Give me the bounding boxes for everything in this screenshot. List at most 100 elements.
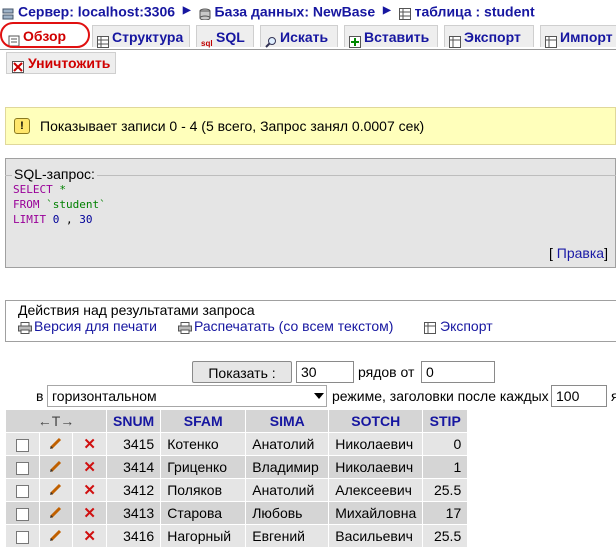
cell-sima: Анатолий — [246, 433, 329, 455]
show-button[interactable]: Показать : — [192, 361, 292, 383]
sql-query-code: SELECT * FROM `student` LIMIT 0 , 30 — [13, 182, 106, 227]
column-header[interactable]: SNUM — [107, 410, 161, 432]
cell-snum: 3416 — [107, 525, 161, 547]
edit-icon[interactable] — [49, 459, 63, 476]
table-row: ✕ 3414 Гриценко Владимир Николаевич 1 — [6, 456, 468, 478]
sql-edit-link[interactable]: Правка — [557, 245, 604, 261]
tab-search[interactable]: Искать — [260, 25, 338, 49]
breadcrumb-separator-icon: ▶ — [383, 5, 391, 17]
svg-text:sql: sql — [201, 39, 213, 48]
row-checkbox[interactable] — [15, 461, 29, 475]
tab-search-label: Искать — [280, 29, 329, 45]
row-edit-cell — [39, 479, 73, 501]
drop-tab[interactable]: Уничтожить — [6, 52, 117, 74]
cell-sotch: Михайловна — [329, 502, 423, 524]
row-checkbox[interactable] — [15, 507, 29, 521]
row-delete-cell: ✕ — [73, 456, 106, 478]
table-row: ✕ 3412 Поляков Анатолий Алексеевич 25.5 — [6, 479, 468, 501]
cell-stip: 25.5 — [423, 525, 468, 547]
cell-sima: Владимир — [246, 456, 329, 478]
cell-sfam: Котенко — [161, 433, 246, 455]
sql-argument: `student` — [46, 198, 106, 211]
table-row: ✕ 3416 Нагорный Евгений Васильевич 25.5 — [6, 525, 468, 547]
table-icon — [398, 5, 411, 21]
drop-icon — [12, 58, 24, 74]
column-header[interactable]: SOTCH — [329, 410, 423, 432]
insert-icon — [349, 32, 361, 49]
cell-sotch: Васильевич — [329, 525, 423, 547]
delete-icon[interactable]: ✕ — [83, 459, 96, 476]
cell-sfam: Поляков — [161, 479, 246, 501]
cell-stip: 25.5 — [423, 479, 468, 501]
export-link[interactable]: Экспорт — [424, 318, 493, 335]
delete-icon[interactable]: ✕ — [83, 436, 96, 453]
edit-icon[interactable] — [49, 482, 63, 499]
print-full-label: Распечатать (со всем текстом) — [194, 318, 394, 334]
delete-icon[interactable]: ✕ — [83, 505, 96, 522]
start-row-input[interactable]: 0 — [421, 361, 495, 383]
column-arrows-header[interactable]: ←T→ — [6, 410, 106, 432]
breadcrumb-server-link[interactable]: Сервер: localhost:3306 — [18, 3, 175, 19]
breadcrumb-database-link[interactable]: База данных: NewBase — [215, 3, 376, 19]
delete-icon[interactable]: ✕ — [83, 528, 96, 545]
delete-icon[interactable]: ✕ — [83, 482, 96, 499]
row-edit-cell — [39, 525, 73, 547]
trailing-text: я — [611, 388, 616, 404]
rows-count-input[interactable]: 30 — [296, 361, 354, 383]
row-checkbox[interactable] — [15, 438, 29, 452]
cell-snum: 3415 — [107, 433, 161, 455]
mode-in-label: в — [36, 388, 44, 404]
tab-import[interactable]: Импорт — [540, 25, 616, 49]
tab-structure-label: Структура — [112, 29, 184, 45]
repeat-headers-input[interactable]: 100 — [551, 385, 607, 407]
column-header[interactable]: STIP — [423, 410, 468, 432]
results-table: ←T→ SNUM SFAM SIMA SOTCH STIP ✕ 3415 Кот… — [5, 409, 468, 548]
chevron-down-icon — [314, 393, 324, 399]
edit-icon[interactable] — [49, 528, 63, 545]
sql-keyword: FROM — [13, 198, 40, 211]
row-delete-cell: ✕ — [73, 502, 106, 524]
cell-sotch: Алексеевич — [329, 479, 423, 501]
drop-tab-label: Уничтожить — [28, 55, 111, 71]
result-notice: ! Показывает записи 0 - 4 (5 всего, Запр… — [5, 107, 616, 145]
edit-icon[interactable] — [49, 436, 63, 453]
row-edit-cell — [39, 502, 73, 524]
print-icon — [178, 321, 192, 335]
tab-import-label: Импорт — [560, 29, 613, 45]
tab-structure[interactable]: Структура — [92, 25, 190, 49]
edit-icon[interactable] — [49, 505, 63, 522]
row-checkbox[interactable] — [15, 484, 29, 498]
tab-export[interactable]: Экспорт — [444, 25, 534, 49]
tab-insert[interactable]: Вставить — [344, 25, 438, 49]
row-checkbox-cell — [6, 502, 39, 524]
cell-sotch: Николаевич — [329, 433, 423, 455]
sql-number: 30 — [79, 213, 93, 226]
print-full-link[interactable]: Распечатать (со всем текстом) — [178, 318, 394, 335]
row-delete-cell: ✕ — [73, 433, 106, 455]
export-icon — [424, 321, 436, 335]
sql-number: 0 — [52, 213, 60, 226]
row-checkbox-cell — [6, 479, 39, 501]
print-view-link[interactable]: Версия для печати — [18, 318, 157, 335]
sql-keyword: SELECT — [13, 183, 53, 196]
tab-browse-highlight — [0, 22, 90, 48]
cell-snum: 3414 — [107, 456, 161, 478]
breadcrumb-separator-icon: ▶ — [182, 5, 191, 17]
breadcrumb: Сервер: localhost:3306 ▶ База данных: Ne… — [0, 0, 535, 21]
cell-snum: 3413 — [107, 502, 161, 524]
breadcrumb-table-link[interactable]: таблица : student — [415, 3, 535, 19]
mode-suffix-label: режиме, заголовки после каждых — [332, 388, 549, 404]
column-header[interactable]: SIMA — [246, 410, 329, 432]
column-header[interactable]: SFAM — [161, 410, 246, 432]
cell-sima: Евгений — [246, 525, 329, 547]
row-checkbox-cell — [6, 433, 39, 455]
tab-insert-label: Вставить — [364, 29, 430, 45]
search-icon — [265, 32, 277, 49]
tab-export-label: Экспорт — [464, 29, 521, 45]
row-checkbox[interactable] — [15, 530, 29, 544]
cell-sfam: Гриценко — [161, 456, 246, 478]
sql-separator: , — [66, 213, 73, 226]
cell-sfam: Нагорный — [161, 525, 246, 547]
display-mode-select[interactable]: горизонтальном — [47, 385, 327, 407]
tab-sql[interactable]: sql SQL — [196, 25, 254, 48]
